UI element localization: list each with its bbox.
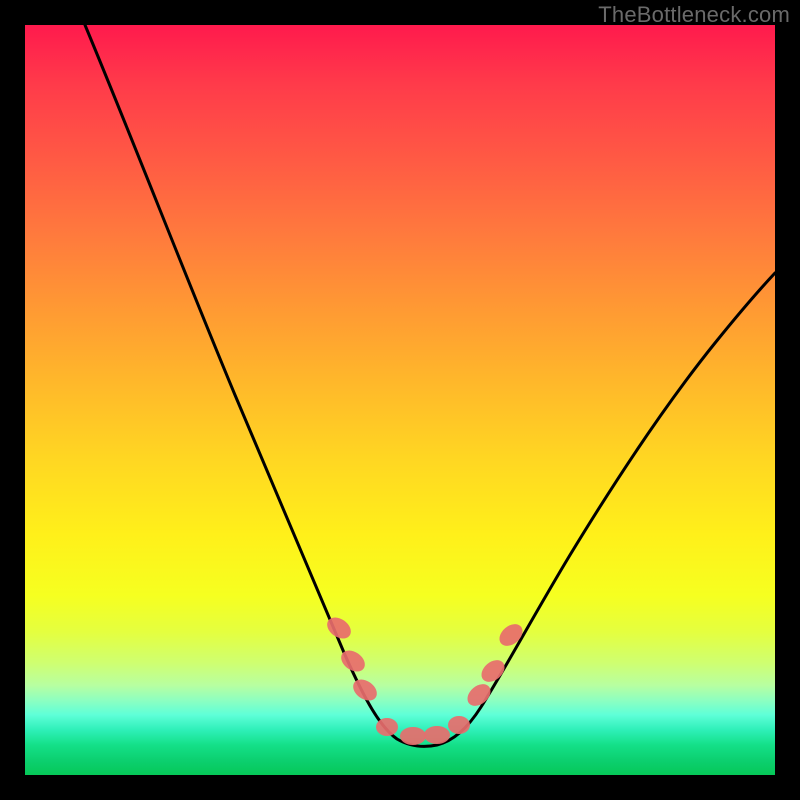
plot-area [25, 25, 775, 775]
highlight-beads [323, 613, 527, 745]
chart-frame: TheBottleneck.com [0, 0, 800, 800]
curve-layer [25, 25, 775, 775]
watermark-text: TheBottleneck.com [598, 2, 790, 28]
bottleneck-curve [85, 25, 775, 746]
